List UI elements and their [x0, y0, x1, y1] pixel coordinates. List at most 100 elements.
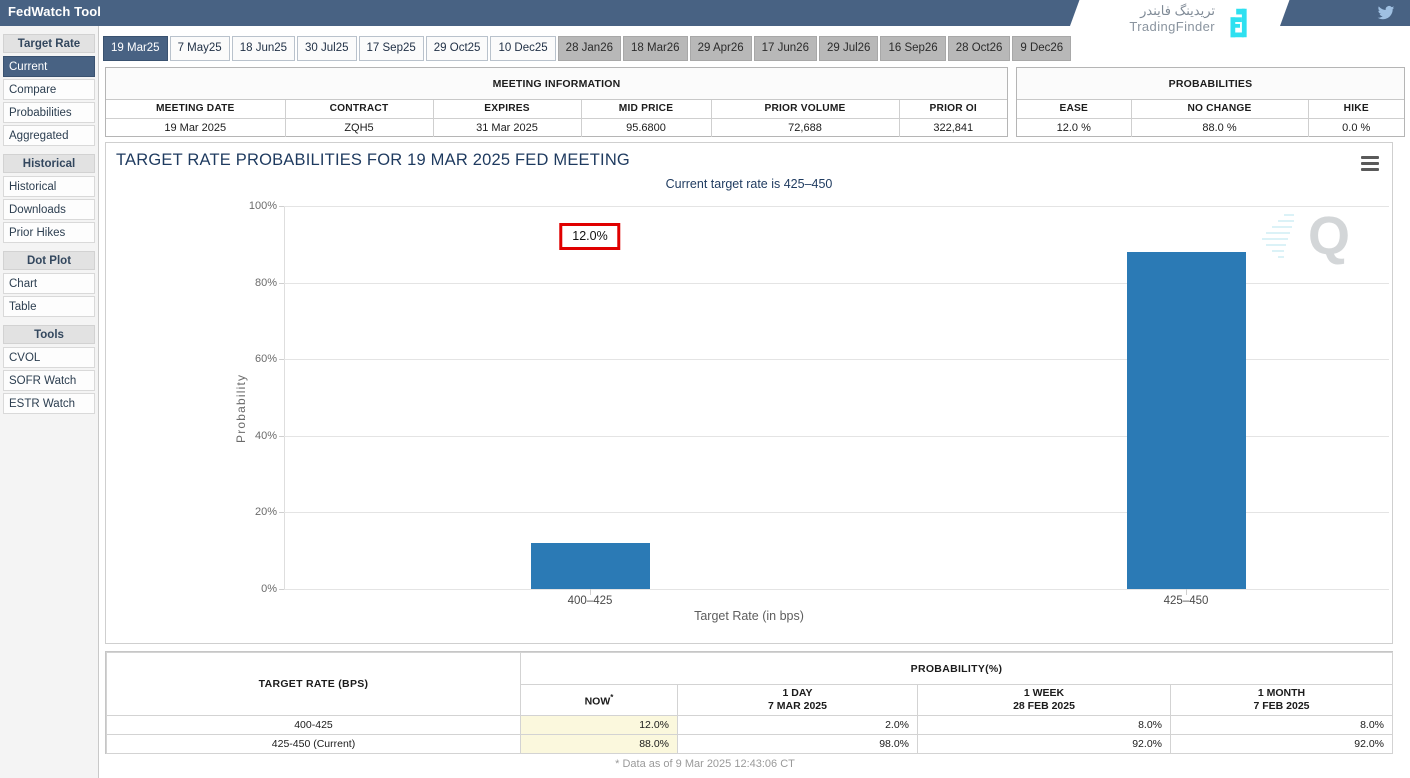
sidebar-item-compare[interactable]: Compare: [3, 79, 95, 100]
tab-10-dec25[interactable]: 10 Dec25: [490, 36, 555, 61]
hamburger-menu-icon[interactable]: [1361, 156, 1379, 170]
cell-prior-volume: 72,688: [711, 118, 899, 137]
y-tick-80: 80%: [255, 277, 277, 289]
twitter-bird-icon[interactable]: [1376, 4, 1396, 22]
header-meeting-date: MEETING DATE: [106, 100, 285, 118]
header-target-rate-bps: TARGET RATE (BPS): [107, 653, 521, 716]
y-tickmark: [279, 589, 284, 590]
y-tickmark: [279, 359, 284, 360]
tab-29-oct25[interactable]: 29 Oct25: [426, 36, 489, 61]
cell-prior-oi: 322,841: [899, 118, 1007, 137]
tab-19-mar25[interactable]: 19 Mar25: [103, 36, 168, 61]
tab-16-sep26[interactable]: 16 Sep26: [880, 36, 945, 61]
window-title: FedWatch Tool: [8, 4, 101, 19]
cell-1week-425-450: 92.0%: [918, 735, 1171, 754]
tab-7-may25[interactable]: 7 May25: [170, 36, 230, 61]
tab-17-jun26[interactable]: 17 Jun26: [754, 36, 817, 61]
brand-logo: تریدینگ فایندر TradingFinder: [1092, 0, 1267, 46]
header-expires: EXPIRES: [433, 100, 581, 118]
sidebar-item-chart[interactable]: Chart: [3, 273, 95, 294]
tab-18-mar26[interactable]: 18 Mar26: [623, 36, 688, 61]
table-row: 19 Mar 2025 ZQH5 31 Mar 2025 95.6800 72,…: [106, 118, 1007, 137]
cell-hike: 0.0 %: [1308, 118, 1404, 137]
y-tick-20: 20%: [255, 506, 277, 518]
y-tickmark: [279, 436, 284, 437]
table-row: 400-425 12.0% 2.0% 8.0% 8.0%: [107, 716, 1393, 735]
data-label-400-425: 12.0%: [559, 223, 620, 250]
x-tick-425-450: 425–450: [1164, 595, 1209, 607]
cell-expires: 31 Mar 2025: [433, 118, 581, 137]
cell-1day-425-450: 98.0%: [678, 735, 918, 754]
chart-x-axis-label: Target Rate (in bps): [106, 609, 1392, 623]
meeting-date-tabs: 19 Mar25 7 May25 18 Jun25 30 Jul25 17 Se…: [103, 36, 1071, 61]
sidebar-item-estr-watch[interactable]: ESTR Watch: [3, 393, 95, 414]
sidebar-item-historical[interactable]: Historical: [3, 176, 95, 197]
brand-name-persian: تریدینگ فایندر: [1140, 3, 1215, 19]
data-timestamp-footnote: * Data as of 9 Mar 2025 12:43:06 CT: [0, 758, 1410, 770]
hamburger-line: [1361, 162, 1379, 165]
tab-28-jan26[interactable]: 28 Jan26: [558, 36, 621, 61]
tab-9-dec26[interactable]: 9 Dec26: [1012, 36, 1071, 61]
header-1-month-label: 1 MONTH: [1258, 687, 1305, 699]
header-1-week: 1 WEEK 28 FEB 2025: [918, 685, 1171, 716]
y-tick-100: 100%: [249, 200, 277, 212]
header-1-month-date: 7 FEB 2025: [1171, 700, 1392, 713]
cell-1day-400-425: 2.0%: [678, 716, 918, 735]
tab-18-jun25[interactable]: 18 Jun25: [232, 36, 295, 61]
meeting-information-panel: MEETING INFORMATION MEETING DATE CONTRAC…: [105, 67, 1008, 137]
cell-mid-price: 95.6800: [581, 118, 711, 137]
y-tick-60: 60%: [255, 353, 277, 365]
header-now: NOW*: [521, 685, 678, 716]
hamburger-line: [1361, 168, 1379, 171]
cell-now-425-450: 88.0%: [521, 735, 678, 754]
y-tick-40: 40%: [255, 430, 277, 442]
sidebar-item-aggregated[interactable]: Aggregated: [3, 125, 95, 146]
tab-28-oct26[interactable]: 28 Oct26: [948, 36, 1011, 61]
tradingfinder-logo-icon: [1221, 4, 1259, 42]
cell-ease: 12.0 %: [1017, 118, 1131, 137]
cell-rate-400-425: 400-425: [107, 716, 521, 735]
bar-425-450[interactable]: [1127, 252, 1246, 589]
chart-plot-area: 100% 80% 60% 40% 20% 0% 12.0% 88.0% 400–…: [284, 206, 1389, 589]
probability-detail-table: TARGET RATE (BPS) PROBABILITY(%) NOW* 1 …: [105, 651, 1393, 754]
sidebar-group-historical: Historical: [3, 154, 95, 173]
chart-card: TARGET RATE PROBABILITIES FOR 19 MAR 202…: [105, 142, 1393, 644]
meeting-information-title: MEETING INFORMATION: [106, 68, 1007, 100]
cell-1week-400-425: 8.0%: [918, 716, 1171, 735]
brand-name-english: TradingFinder: [1129, 19, 1215, 34]
hamburger-line: [1361, 156, 1379, 159]
header-probability-percent: PROBABILITY(%): [521, 653, 1393, 685]
header-contract: CONTRACT: [285, 100, 433, 118]
y-axis-line: [284, 206, 285, 589]
sidebar-item-table[interactable]: Table: [3, 296, 95, 317]
cell-1month-425-450: 92.0%: [1171, 735, 1393, 754]
sidebar-item-probabilities[interactable]: Probabilities: [3, 102, 95, 123]
sidebar-item-sofr-watch[interactable]: SOFR Watch: [3, 370, 95, 391]
sidebar-item-current[interactable]: Current: [3, 56, 95, 77]
header-prior-volume: PRIOR VOLUME: [711, 100, 899, 118]
x-tick-400-425: 400–425: [568, 595, 613, 607]
sidebar: Target Rate Current Compare Probabilitie…: [0, 26, 99, 778]
tab-30-jul25[interactable]: 30 Jul25: [297, 36, 356, 61]
tab-29-jul26[interactable]: 29 Jul26: [819, 36, 878, 61]
table-header-row: MEETING DATE CONTRACT EXPIRES MID PRICE …: [106, 100, 1007, 118]
tab-17-sep25[interactable]: 17 Sep25: [359, 36, 424, 61]
sidebar-item-downloads[interactable]: Downloads: [3, 199, 95, 220]
header-no-change: NO CHANGE: [1131, 100, 1308, 118]
probabilities-title: PROBABILITIES: [1017, 68, 1404, 100]
header-1-day: 1 DAY 7 MAR 2025: [678, 685, 918, 716]
probabilities-panel: PROBABILITIES EASE NO CHANGE HIKE 12.0 %…: [1016, 67, 1405, 137]
tab-29-apr26[interactable]: 29 Apr26: [690, 36, 752, 61]
sidebar-item-cvol[interactable]: CVOL: [3, 347, 95, 368]
header-prior-oi: PRIOR OI: [899, 100, 1007, 118]
cell-no-change: 88.0 %: [1131, 118, 1308, 137]
sidebar-group-dot-plot: Dot Plot: [3, 251, 95, 270]
cell-now-400-425: 12.0%: [521, 716, 678, 735]
chart-y-axis-label: Probability: [234, 374, 248, 443]
header-1-day-date: 7 MAR 2025: [678, 700, 917, 713]
bar-400-425[interactable]: [531, 543, 650, 589]
sidebar-group-tools: Tools: [3, 325, 95, 344]
header-mid-price: MID PRICE: [581, 100, 711, 118]
table-row: 425-450 (Current) 88.0% 98.0% 92.0% 92.0…: [107, 735, 1393, 754]
sidebar-item-prior-hikes[interactable]: Prior Hikes: [3, 222, 95, 243]
